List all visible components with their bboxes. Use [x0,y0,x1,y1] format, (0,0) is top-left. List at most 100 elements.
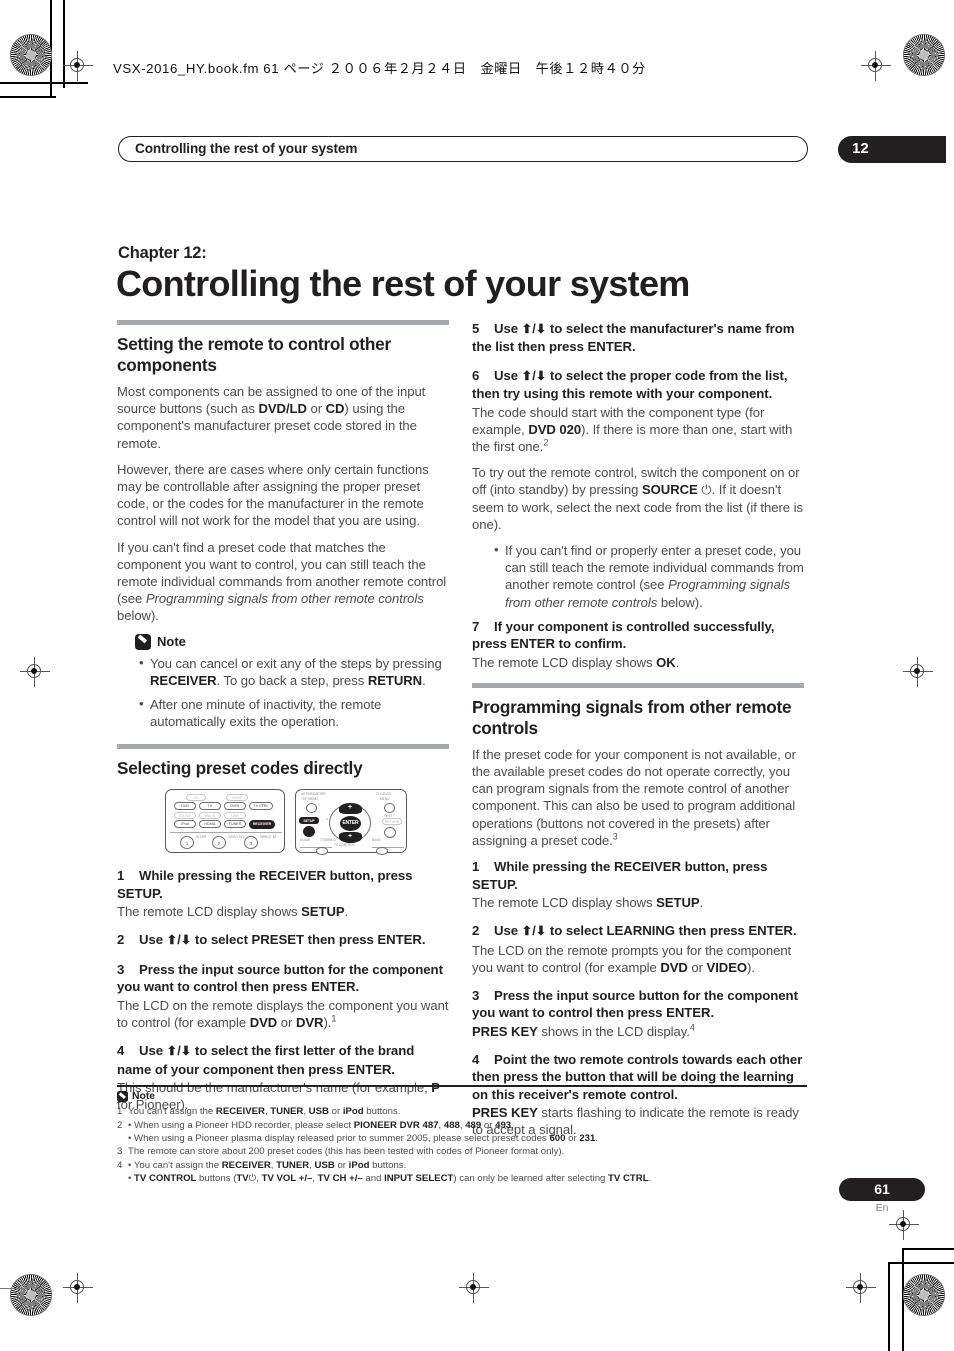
footnote-header: Note [117,1091,807,1103]
step-number: 1 [472,859,480,875]
paragraph-however-cases: However, there are cases where only cert… [117,461,429,529]
page-number-tab: 61 [839,1178,925,1201]
step-text: Press the input source button for the co… [472,987,798,1021]
remote-button-cdr: CD-R/T [174,812,196,820]
section-heading-selecting-preset-codes: Selecting preset codes directly [117,758,363,779]
remote-button-return: RETURN [382,818,402,826]
registration-rosette-top-right [903,34,945,76]
remote-button-tv-power [316,847,328,856]
step-heading: 5 Use ⬆/⬇ to select the manufacturer's na… [472,320,804,356]
step-body: PRES KEY shows in the LCD display.4 [472,1022,695,1039]
crop-line-bottom-left-edge [0,1288,30,1290]
remote-label-guide: GUIDE [300,838,311,843]
remote-button-1: 1 [180,836,194,850]
section-rule [117,744,449,750]
footnote-row: 3 The remote can store about 200 preset c… [117,1145,807,1158]
running-head-pill: Controlling the rest of your system [118,136,808,162]
footnote-row: 1 You can't assign the RECEIVER, TUNER, U… [117,1105,807,1118]
chapter-number-tab: 12 [838,136,946,163]
section-rule [472,682,804,688]
step-text: Use ⬆/⬇ to select the manufacturer's nam… [472,321,795,355]
crop-line-top-left-h [0,82,88,84]
step-heading: 1 While pressing the RECEIVER button, pre… [472,858,804,893]
remote-button-band [384,827,396,839]
right-column: 5 Use ⬆/⬇ to select the manufacturer's na… [472,320,804,1150]
step-body: The remote LCD display shows SETUP. [117,904,349,920]
registration-rosette-top-left [10,34,52,76]
page-title: Controlling the rest of your system [116,263,690,304]
paragraph-programming-intro: If the preset code for your component is… [472,746,796,848]
step-text: If your component is controlled successf… [472,618,775,652]
chapter-label: Chapter 12: [118,244,207,262]
step-body: The code should start with the component… [472,404,793,455]
page-language: En [875,1202,889,1214]
registration-mark-bottom-right [846,1273,876,1303]
remote-label-left-arrow: ◂ [326,817,328,822]
remote-illustration-right-unit: AV PARAMETER TOP MENU CH LEVEL MENU + + … [295,789,407,856]
remote-label-tv-control: TV CONTROL [334,843,355,848]
section-rule [117,320,449,325]
step-number: 4 [117,1043,125,1059]
registration-rosette-bottom-left [10,1274,52,1316]
registration-mark-top-right [861,51,891,81]
step-heading: 2 Use ⬆/⬇ to select PRESET then press ENT… [117,931,449,949]
remote-button-enter: ENTER [340,815,361,831]
step-text: Use ⬆/⬇ to select the first letter of th… [117,1043,415,1077]
step-number: 2 [472,923,480,939]
remote-label-top-menu: TOP MENU [301,797,318,802]
remote-label-menu: MENU [380,797,390,802]
footnote-row: • TV CONTROL buttons (TV⏻, TV VOL +/–, T… [117,1172,807,1185]
footnote-text: • You can't assign the RECEIVER, TUNER, … [128,1159,407,1171]
registration-mark-bottom-right-inner [889,1210,919,1240]
remote-button-guide [303,826,315,838]
footnote-text: You can't assign the RECEIVER, TUNER, US… [128,1106,401,1118]
step-text: Use ⬆/⬇ to select PRESET then press ENTE… [139,932,426,948]
registration-mark-bottom-left [63,1273,93,1303]
remote-dpad-up: + [339,803,362,815]
pencil-icon [135,633,151,650]
remote-label-ch-level: CH LEVEL [376,792,392,797]
footnote-rule [117,1085,807,1088]
step-text: Use ⬆/⬇ to select LEARNING then press EN… [494,923,797,939]
page-number: 61 [874,1181,890,1197]
pencil-icon [117,1091,128,1103]
crop-line-top-left-h2 [0,96,56,98]
remote-button-dvr1: DVR1 [224,802,246,811]
framemaker-header: VSX-2016_HY.book.fm 61 ページ ２００６年２月２４日 金曜… [113,61,646,76]
left-column: Setting the remote to control other comp… [117,320,449,1124]
running-head-text: Controlling the rest of your system [135,141,358,156]
remote-label-right-arrow: ▸ [370,817,372,822]
footnotes-block: Note 1 You can't assign the RECEIVER, TUN… [117,1085,807,1186]
remote-label-direct: DIRECT BT [260,835,277,840]
paragraph-try-out-remote: To try out the remote control, switch th… [472,465,803,532]
step-text: While pressing the RECEIVER button, pres… [472,859,768,892]
remote-button-cd: CD [186,794,206,802]
remote-button-top-menu [306,803,317,814]
note-bullet-list: You can cancel or exit any of the steps … [117,654,449,731]
footnote-number: 4 [117,1159,123,1171]
right-bullet-list: If you can't find or properly enter a pr… [472,541,804,611]
crop-line-bottom-right-h [888,1262,954,1264]
remote-button-receiver-highlighted: RECEIVER [249,820,275,830]
step-heading: 4 Use ⬆/⬇ to select the first letter of t… [117,1042,449,1078]
remote-illustration-left-unit: CD DVR2 DVD TV DVR1 TV CTRL CD-R/T MULTI… [165,789,285,854]
step-text: Use ⬆/⬇ to select the proper code from t… [472,367,788,402]
step-heading: 3 Press the input source button for the c… [117,961,449,996]
remote-button-tv-vol [376,847,388,856]
step-heading: 2 Use ⬆/⬇ to select LEARNING then press E… [472,922,804,940]
remote-label-av-parameter: AV PARAMETER [301,792,326,797]
step-number: 3 [117,961,125,977]
remote-button-menu [384,803,395,814]
step-body: The LCD on the remote prompts you for th… [472,942,792,975]
step-number: 2 [117,932,125,948]
footnote-text: • When using a Pioneer plasma display re… [128,1133,599,1144]
footnote-number: 3 [117,1146,123,1158]
remote-label-video-sel: VIDEO SEL [228,835,245,840]
list-item: If you can't find or properly enter a pr… [494,541,804,611]
step-heading: 7 If your component is controlled success… [472,618,804,653]
list-item: After one minute of inactivity, the remo… [139,695,449,730]
footnote-title: Note [132,1091,156,1103]
paragraph-if-you-cant-find: If you can't find a preset code that mat… [117,539,447,624]
registration-mark-bottom-center [459,1273,489,1303]
registration-mark-mid-right [903,657,933,687]
